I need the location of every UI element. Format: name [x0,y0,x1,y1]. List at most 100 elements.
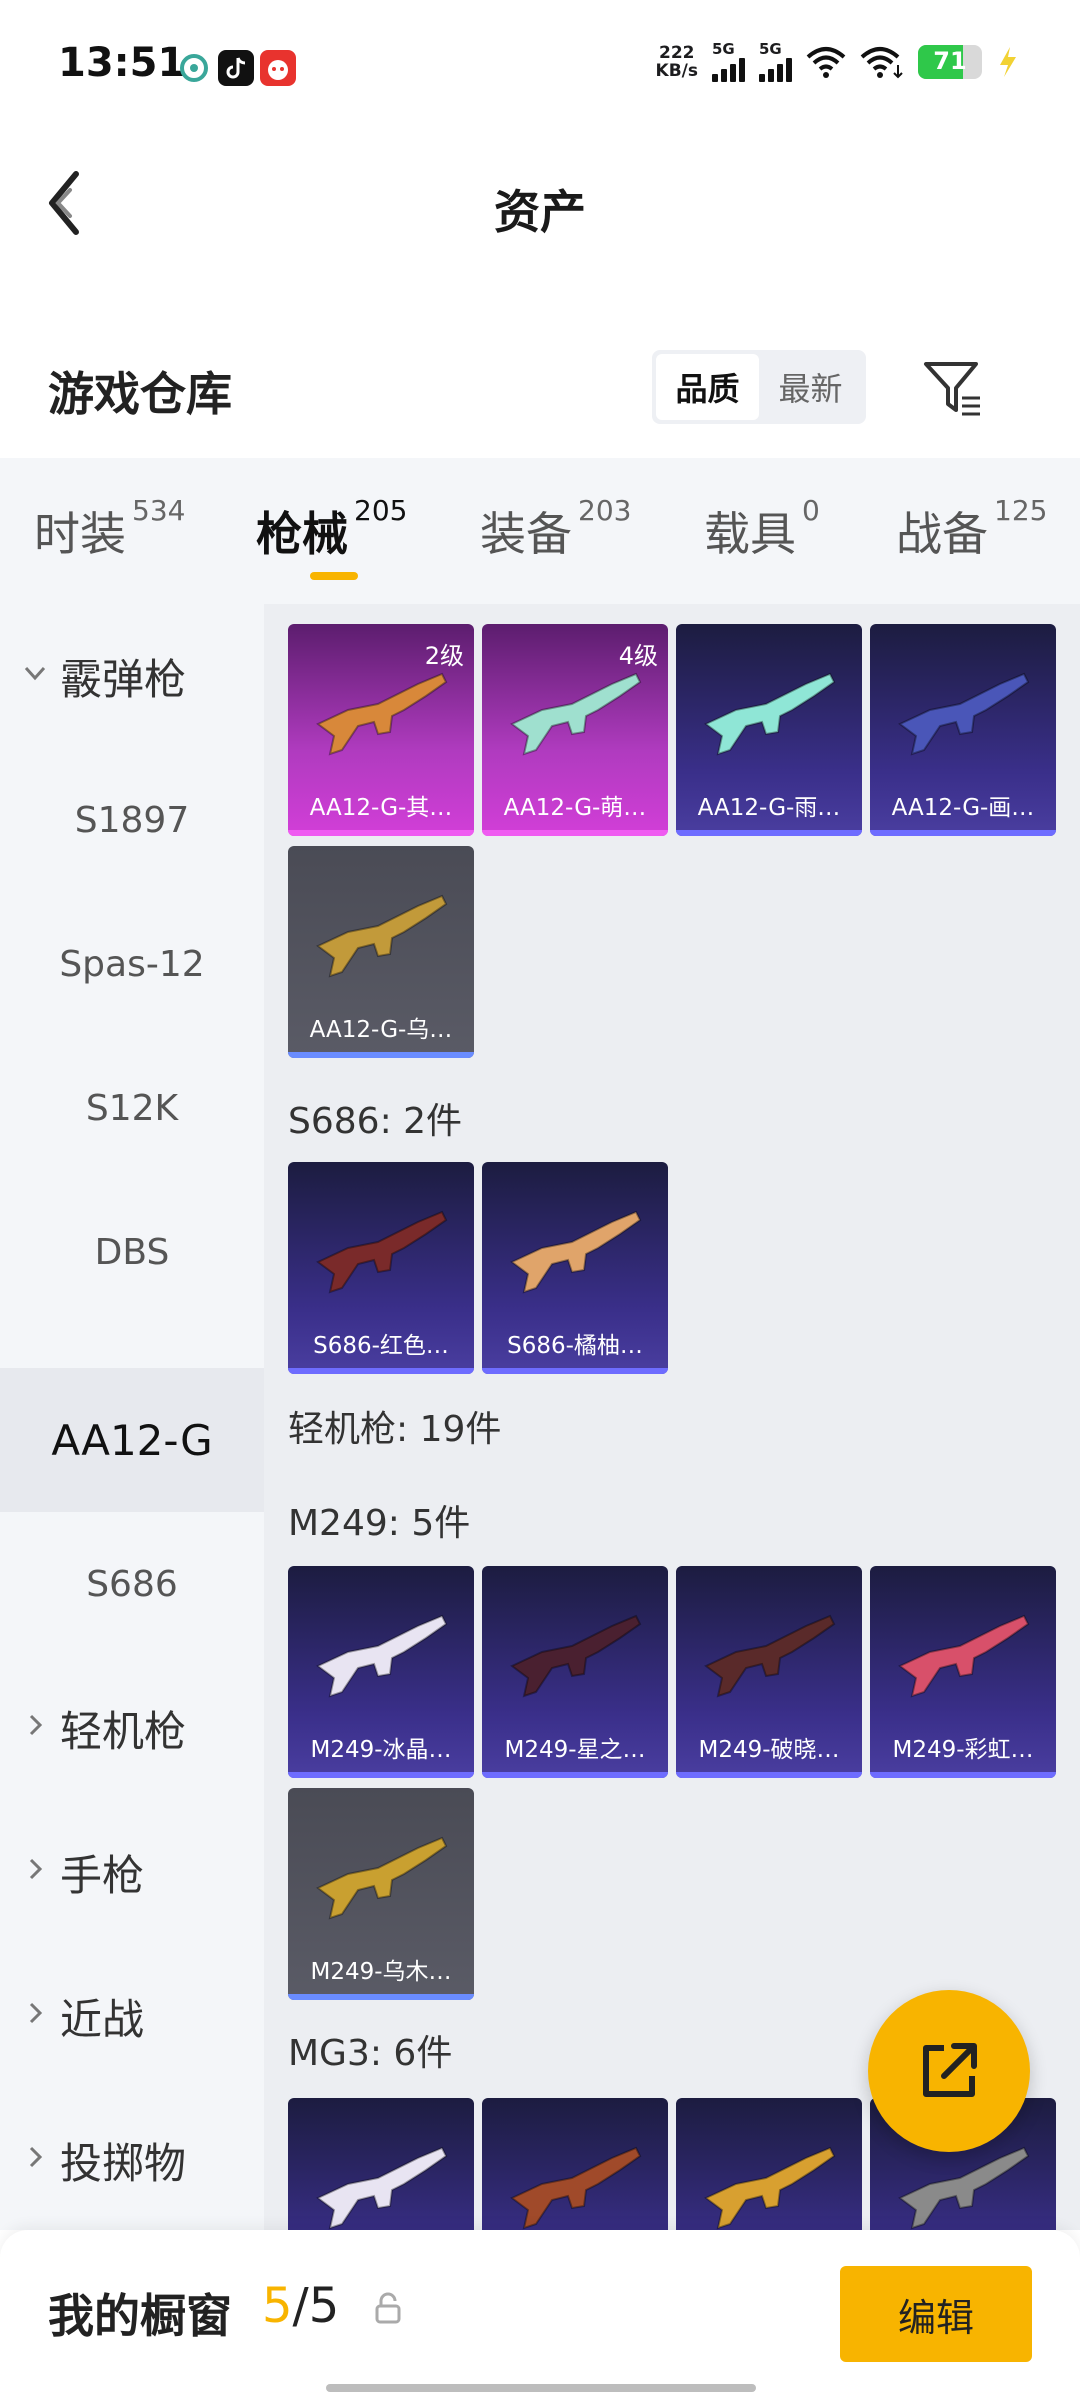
wifi-icon [860,47,903,79]
signal-2: 5G [759,42,792,82]
rarity-bar [676,1772,862,1778]
weapon-skin-image [316,672,448,756]
rarity-bar [870,1772,1056,1778]
active-tab-indicator [310,572,358,580]
sidebar-item-label: 手枪 [60,1850,145,1900]
network-speed: 222 KB/s [655,43,698,81]
sidebar-group-lmg[interactable]: 轻机枪 [0,1656,264,1800]
sidebar-item-spas12[interactable]: Spas-12 [0,892,264,1036]
weapon-skin-image [510,1614,642,1698]
sidebar-item-s12k[interactable]: S12K [0,1036,264,1180]
rarity-bar [676,830,862,836]
weapon-skin-card[interactable]: AA12-G-画… [870,624,1056,836]
skin-level-badge: 4级 [618,642,658,670]
skin-name: AA12-G-画… [891,795,1035,821]
rarity-bar [482,1772,668,1778]
signal-1: 5G [712,42,745,82]
sidebar-group-throwables[interactable]: 投掷物 [0,2088,264,2232]
skin-name: M249-冰晶… [310,1737,452,1763]
signal-bars-icon [759,56,792,82]
skin-name: S686-橘柚… [507,1333,643,1359]
item-grid: S686: 2件 轻机枪: 19件 M249: 5件 MG3: 6件 2级 AA1… [264,604,1080,2230]
wifi-icon [806,47,846,78]
sort-toggle: 品质 最新 [652,350,866,424]
page-title: 资产 [494,185,586,239]
weapon-skin-image [510,2146,642,2230]
weapon-skin-card[interactable]: S686-橘柚… [482,1162,668,1374]
weapon-skin-card[interactable]: S686-红色… [288,1162,474,1374]
weapon-skin-card[interactable]: AA12-G-乌… [288,846,474,1058]
rarity-bar [288,1052,474,1058]
rarity-bar [870,830,1056,836]
tab-vehicles[interactable]: 载具 0 [704,494,820,564]
sidebar-group-shotgun[interactable]: 霰弹枪 [0,604,264,748]
sidebar-item-dbs[interactable]: DBS [0,1180,264,1324]
weapon-skin-card[interactable]: M249-星之… [482,1566,668,1778]
weapon-skin-image [898,672,1030,756]
sidebar-group-pistol[interactable]: 手枪 [0,1800,264,1944]
weapon-skin-card[interactable] [676,2098,862,2230]
weapon-skin-image [316,894,448,978]
showcase-bar: 我的橱窗 5/5 编辑 [0,2230,1080,2400]
clock: 13:51 [58,40,186,86]
home-indicator[interactable] [326,2384,756,2392]
weapon-skin-card[interactable]: AA12-G-雨… [676,624,862,836]
weapon-skin-card[interactable] [288,2098,474,2230]
rarity-bar [482,1368,668,1374]
skin-name: AA12-G-其… [309,795,453,821]
skin-name: M249-乌木… [310,1959,452,1985]
weapon-skin-image [316,1836,448,1920]
weapon-skin-card[interactable]: M249-彩虹… [870,1566,1056,1778]
weapon-skin-card[interactable]: 2级 AA12-G-其… [288,624,474,836]
group-label-s686: S686: 2件 [288,1101,463,1142]
showcase-count: 5/5 [262,2278,340,2334]
signal-bars-icon [712,56,745,82]
skin-name: AA12-G-乌… [309,1017,453,1043]
group-label-m249: M249: 5件 [288,1503,471,1544]
weapon-skin-card[interactable]: M249-乌木… [288,1788,474,2000]
showcase-title: 我的橱窗 [48,2289,232,2343]
weapon-skin-card[interactable]: 4级 AA12-G-萌… [482,624,668,836]
skin-name: AA12-G-萌… [503,795,647,821]
sidebar-item-s686[interactable]: S686 [0,1512,264,1656]
weapon-skin-card[interactable]: M249-冰晶… [288,1566,474,1778]
weapon-skin-image [704,672,836,756]
weapon-skin-image [510,1210,642,1294]
rarity-bar [288,1368,474,1374]
weapon-skin-image [510,672,642,756]
tab-equipment[interactable]: 装备 203 [480,494,631,564]
skin-name: M249-破晓… [698,1737,840,1763]
category-tabs: 时装 534 枪械 205 装备 203 载具 0 战备 125 [0,458,1080,604]
share-external-icon [923,2043,977,2097]
share-button[interactable] [868,1990,1030,2152]
skin-level-badge: 2级 [424,642,464,670]
status-icons: 222 KB/s 5G 5G 71 [656,42,1020,82]
rarity-bar [482,830,668,836]
chevron-down-icon [22,659,48,694]
lock-icon [375,2292,401,2324]
tab-guns[interactable]: 枪械 205 [256,494,407,564]
sidebar-group-melee[interactable]: 近战 [0,1944,264,2088]
weapon-skin-card[interactable] [482,2098,668,2230]
sidebar-item-label: 轻机枪 [60,1706,187,1756]
sidebar-item-label: 投掷物 [60,2138,187,2188]
weapon-skin-card[interactable]: M249-破晓… [676,1566,862,1778]
chevron-right-icon [22,1855,48,1890]
weapon-skin-image [704,1614,836,1698]
sort-quality-option[interactable]: 品质 [656,354,759,420]
edit-button[interactable]: 编辑 [840,2266,1032,2362]
filter-button[interactable] [920,356,984,420]
sort-latest-option[interactable]: 最新 [759,354,862,420]
weapon-skin-image [704,2146,836,2230]
rarity-bar [288,1994,474,2000]
warehouse-title: 游戏仓库 [48,367,232,421]
tab-supplies[interactable]: 战备 125 [896,494,1047,564]
tab-fashion[interactable]: 时装 534 [34,494,185,564]
weapon-skin-image [316,1210,448,1294]
status-bar: 13:51 222 KB/s 5G 5G 71 [0,0,1080,130]
sidebar-item-label: 近战 [60,1994,145,2044]
sidebar-item-aa12g[interactable]: AA12-G [0,1368,264,1512]
weapon-skin-image [316,2146,448,2230]
charging-bolt-icon [1000,47,1016,77]
sidebar-item-s1897[interactable]: S1897 [0,748,264,892]
